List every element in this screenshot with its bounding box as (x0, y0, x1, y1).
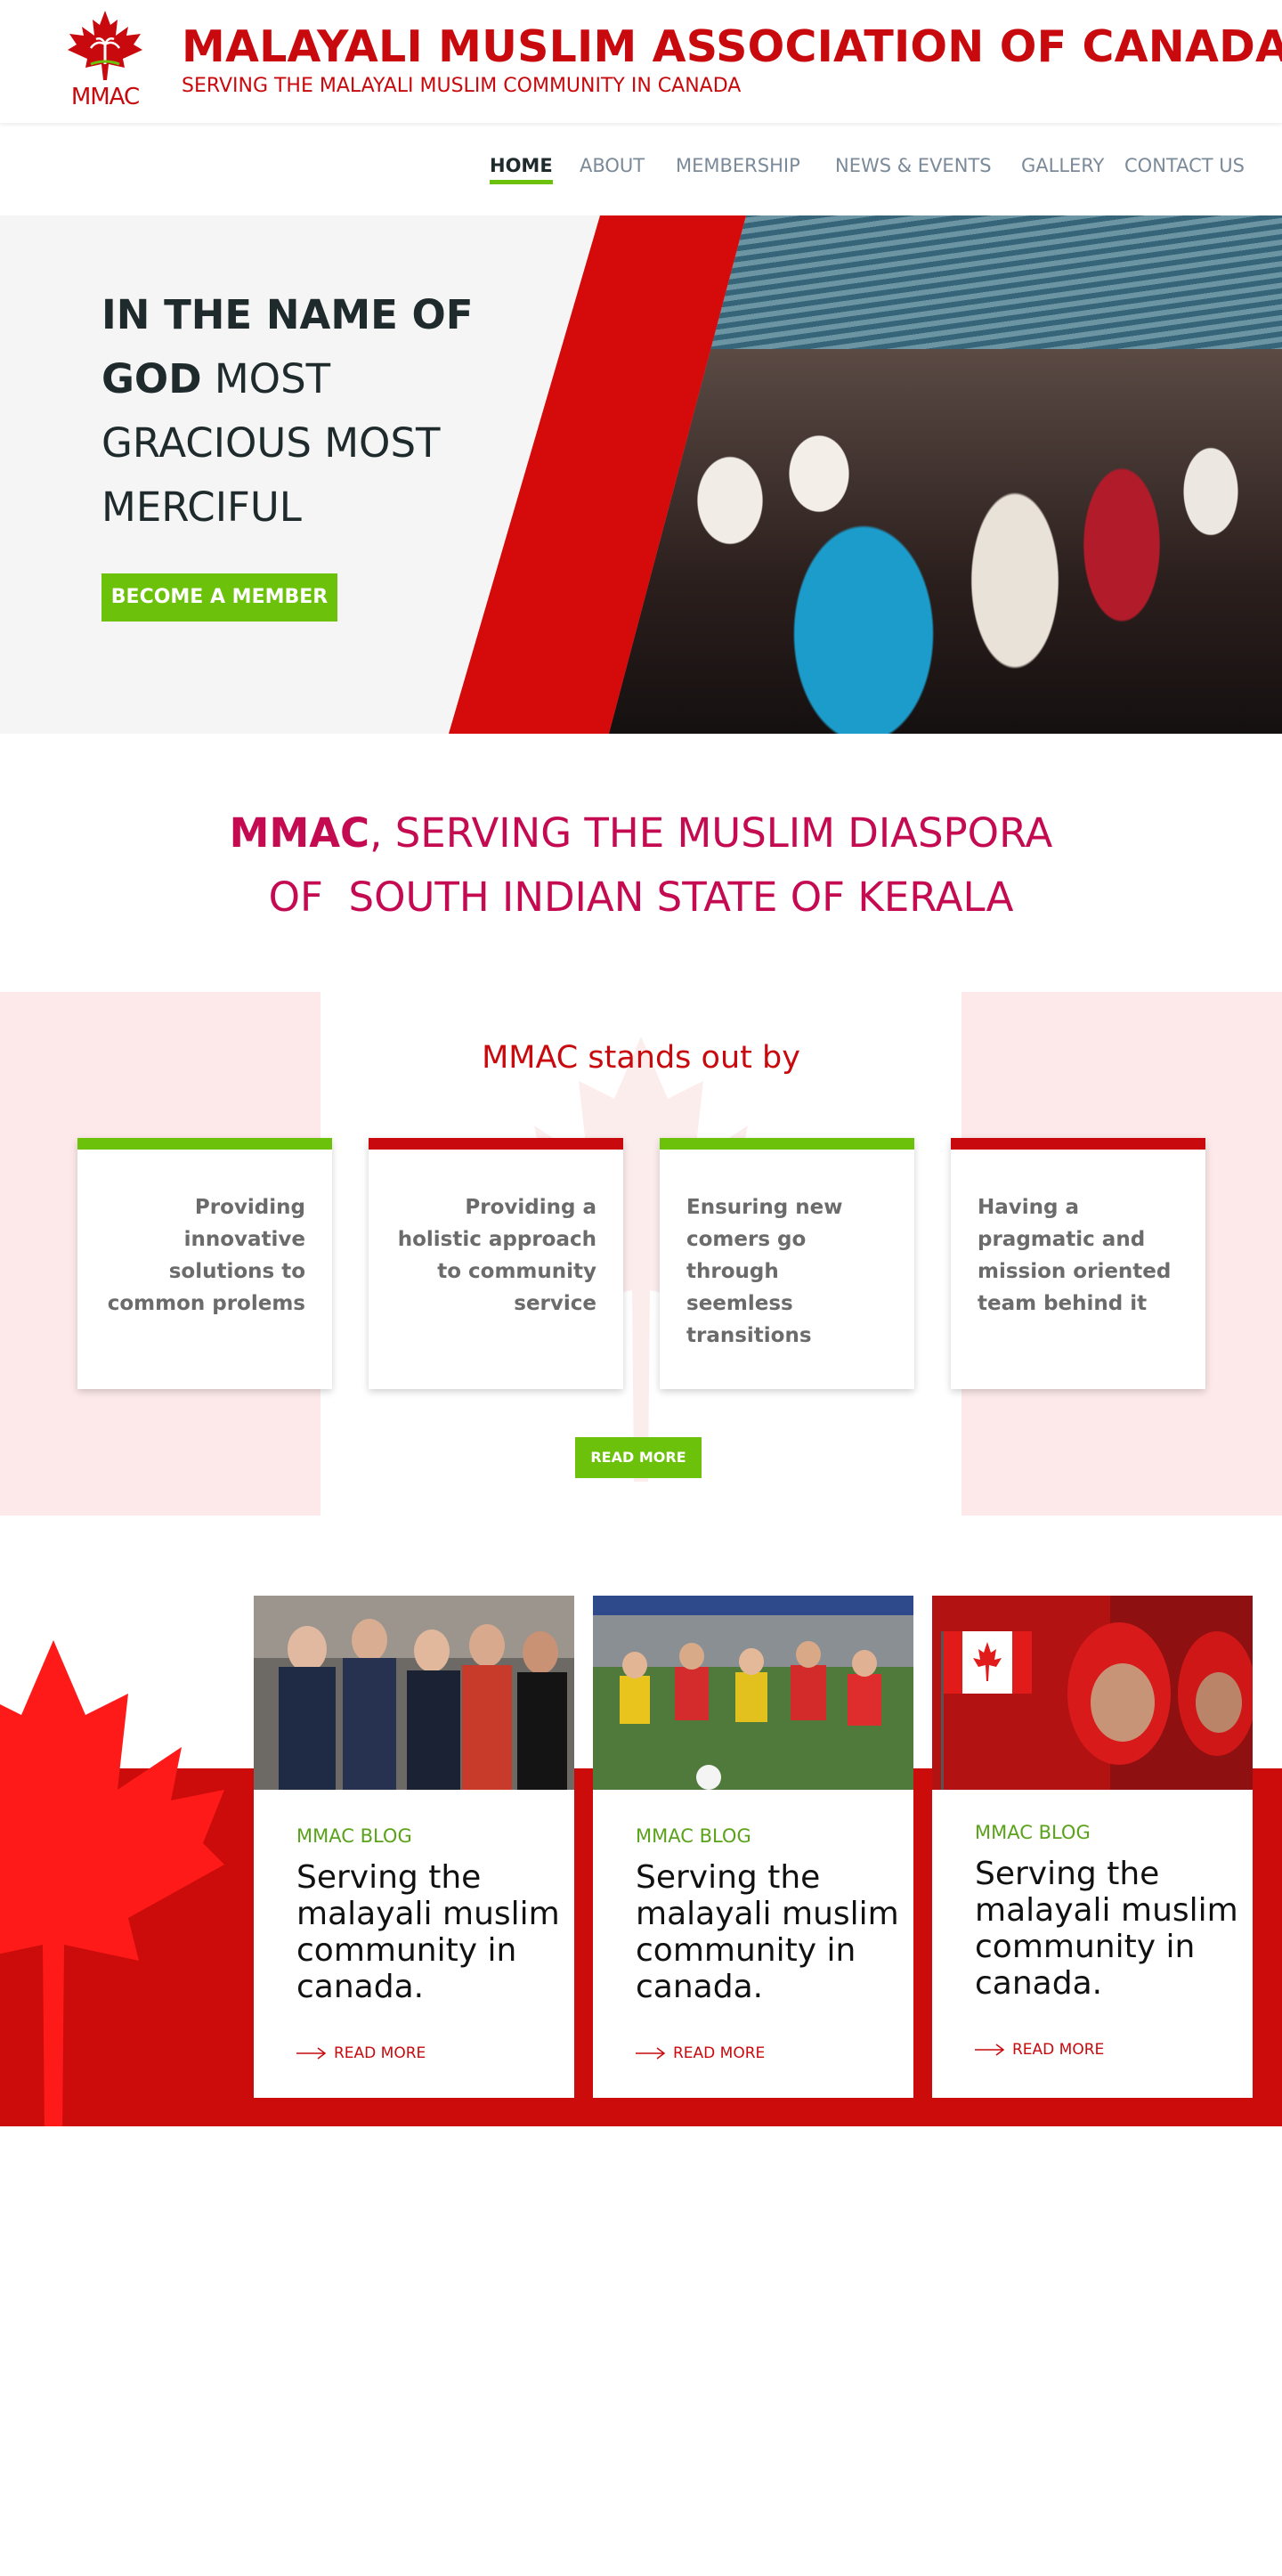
site-header: MMAC MALAYALI MUSLIM ASSOCIATION OF CANA… (0, 0, 1282, 123)
blog-category: MMAC BLOG (975, 1822, 1091, 1843)
become-member-button[interactable]: BECOME A MEMBER (101, 573, 337, 622)
maple-leaf-icon (68, 11, 142, 80)
logo-text: MMAC (70, 84, 140, 110)
blog-image-flag[interactable] (932, 1596, 1253, 1790)
hero-heading-bold-1: IN THE NAME OF (101, 291, 474, 338)
mission-statement: MMAC, SERVING THE MUSLIM DIASPORA OF SOU… (0, 801, 1282, 930)
card-text: Providing innovative solutions to common… (107, 1196, 305, 1315)
card-text: Providing a holistic approach to communi… (397, 1196, 596, 1315)
mission-line2: OF SOUTH INDIAN STATE OF KERALA (268, 874, 1014, 921)
feature-card: Ensuring new comers go through seemless … (660, 1138, 914, 1389)
mission-brand: MMAC (229, 809, 370, 857)
read-more-button[interactable]: READ MORE (575, 1437, 702, 1478)
nav-about[interactable]: ABOUT (580, 155, 645, 176)
blog-title[interactable]: Serving the malayali muslim community in… (636, 1859, 903, 2005)
blog-category: MMAC BLOG (296, 1825, 412, 1847)
card-bar (77, 1138, 332, 1150)
hero-section: IN THE NAME OF GOD MOST GRACIOUS MOST ME… (0, 215, 1282, 734)
arrow-right-icon (636, 2047, 666, 2060)
card-text: Having a pragmatic and mission oriented … (978, 1196, 1172, 1315)
nav-home[interactable]: HOME (490, 155, 553, 184)
read-more-label: READ MORE (1012, 2041, 1105, 2059)
card-bar (660, 1138, 914, 1150)
blog-card[interactable]: MMAC BLOG Serving the malayali muslim co… (932, 1596, 1253, 2098)
blog-read-more-link[interactable]: READ MORE (296, 2044, 426, 2062)
maple-leaf-decoration-icon (0, 1640, 224, 2126)
mission-line1: , SERVING THE MUSLIM DIASPORA (369, 809, 1053, 857)
card-text: Ensuring new comers go through seemless … (686, 1196, 843, 1347)
feature-card: Having a pragmatic and mission oriented … (951, 1138, 1205, 1389)
hero-heading-rest-2: GRACIOUS MOST (101, 419, 441, 467)
feature-card: Providing a holistic approach to communi… (369, 1138, 623, 1389)
card-bar (951, 1138, 1205, 1150)
mmac-logo[interactable]: MMAC (64, 9, 146, 110)
blog-title[interactable]: Serving the malayali muslim community in… (975, 1856, 1242, 2002)
blog-section: MMAC BLOG Serving the malayali muslim co… (0, 1516, 1282, 2126)
blog-card[interactable]: MMAC BLOG Serving the malayali muslim co… (254, 1596, 574, 2098)
nav-gallery[interactable]: GALLERY (1021, 155, 1104, 176)
feature-card: Providing innovative solutions to common… (77, 1138, 332, 1389)
blog-read-more-link[interactable]: READ MORE (636, 2044, 765, 2062)
main-nav: HOME ABOUT MEMBERSHIP NEWS & EVENTS GALL… (0, 123, 1282, 215)
read-more-label: READ MORE (673, 2044, 766, 2062)
read-more-label: READ MORE (334, 2044, 426, 2062)
arrow-right-icon (296, 2047, 327, 2060)
blog-title[interactable]: Serving the malayali muslim community in… (296, 1859, 564, 2005)
hero-heading-bold-2: GOD (101, 355, 202, 402)
site-title: MALAYALI MUSLIM ASSOCIATION OF CANADA (182, 21, 1282, 72)
arrow-right-icon (975, 2044, 1005, 2056)
nav-news-events[interactable]: NEWS & EVENTS (835, 155, 992, 176)
hero-heading-rest-3: MERCIFUL (101, 484, 302, 531)
card-bar (369, 1138, 623, 1150)
blog-card[interactable]: MMAC BLOG Serving the malayali muslim co… (593, 1596, 913, 2098)
site-tagline: SERVING THE MALAYALI MUSLIM COMMUNITY IN… (182, 75, 742, 97)
blog-image-officials[interactable] (254, 1596, 574, 1790)
blog-image-soccer[interactable] (593, 1596, 913, 1790)
hero-heading: IN THE NAME OF GOD MOST GRACIOUS MOST ME… (101, 283, 493, 540)
stands-out-section: MMAC stands out by Providing innovative … (0, 992, 1282, 1516)
blog-read-more-link[interactable]: READ MORE (975, 2041, 1104, 2059)
hero-heading-rest-1: MOST (201, 355, 331, 402)
nav-contact-us[interactable]: CONTACT US (1124, 155, 1245, 176)
stands-out-title: MMAC stands out by (482, 1040, 800, 1076)
nav-membership[interactable]: MEMBERSHIP (676, 155, 800, 176)
blog-category: MMAC BLOG (636, 1825, 751, 1847)
